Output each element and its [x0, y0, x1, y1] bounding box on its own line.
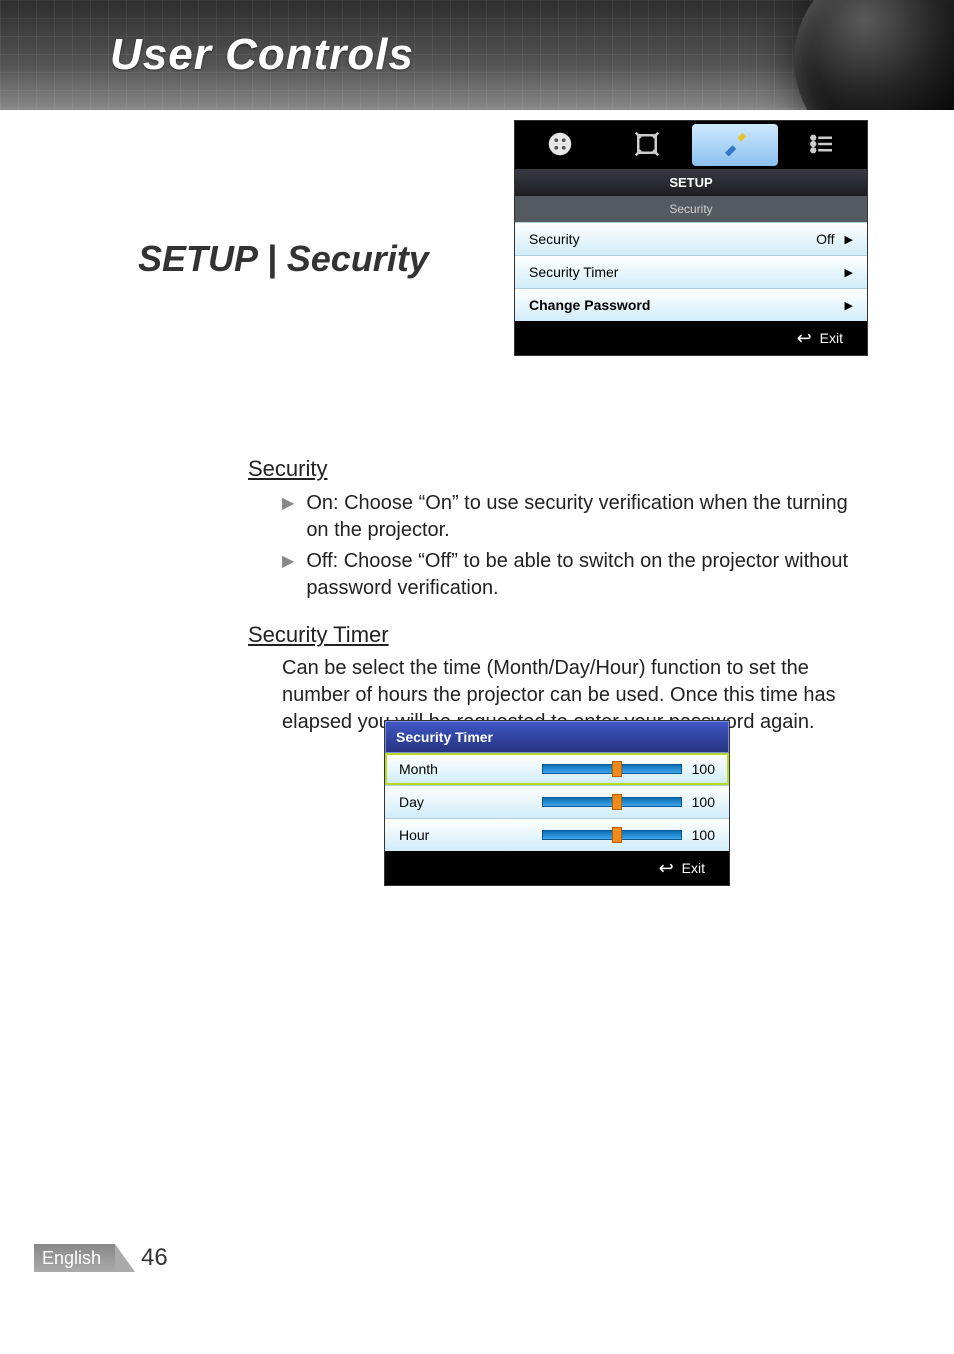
osd-exit-label[interactable]: Exit — [820, 330, 843, 346]
osd2-row-hour[interactable]: Hour 100 — [385, 818, 729, 851]
osd-row-change-password[interactable]: Change Password ▶ — [515, 288, 867, 321]
lens-graphic-icon — [794, 0, 954, 110]
osd2-header: Security Timer — [385, 721, 729, 753]
osd-tab-display[interactable] — [605, 124, 691, 166]
osd-title-strip: SETUP — [515, 169, 867, 196]
section-title: SETUP | Security — [138, 238, 429, 280]
page-title: User Controls — [110, 30, 414, 80]
osd-tab-bar — [515, 121, 867, 169]
return-arrow-icon: ↩ — [797, 329, 812, 347]
bullet-text: On: Choose “On” to use security verifica… — [306, 490, 868, 544]
osd-tab-setup[interactable] — [692, 124, 778, 166]
osd-tab-options[interactable] — [780, 124, 866, 166]
page-header: User Controls — [0, 0, 954, 110]
footer-wedge-icon — [115, 1244, 135, 1272]
osd-setup-security: SETUP Security Security Off ▶ Security T… — [514, 120, 868, 356]
osd2-row-label: Day — [399, 794, 424, 810]
tools-icon — [720, 129, 750, 162]
osd-subtitle-strip: Security — [515, 196, 867, 222]
heading-security-timer: Security Timer — [248, 620, 868, 650]
bullet-list: ▶ On: Choose “On” to use security verifi… — [248, 490, 868, 602]
osd-row-label: Change Password — [529, 297, 650, 313]
slider-hour[interactable] — [542, 830, 682, 840]
osd-security-timer: Security Timer Month 100 Day 100 Hour 10… — [384, 720, 730, 886]
body-content: Security ▶ On: Choose “On” to use securi… — [248, 454, 868, 750]
triangle-bullet-icon: ▶ — [282, 490, 294, 544]
osd2-row-label: Month — [399, 761, 438, 777]
list-item: ▶ On: Choose “On” to use security verifi… — [282, 490, 868, 544]
osd-row-security-timer[interactable]: Security Timer ▶ — [515, 255, 867, 288]
osd-row-label: Security Timer — [529, 264, 618, 280]
triangle-bullet-icon: ▶ — [282, 548, 294, 602]
osd2-exit-label[interactable]: Exit — [682, 860, 705, 876]
caret-right-icon: ▶ — [845, 233, 853, 246]
osd-row-label: Security — [529, 231, 580, 247]
return-arrow-icon: ↩ — [659, 859, 674, 877]
list-item: ▶ Off: Choose “Off” to be able to switch… — [282, 548, 868, 602]
osd2-row-label: Hour — [399, 827, 429, 843]
slider-month[interactable] — [542, 764, 682, 774]
bullet-text: Off: Choose “Off” to be able to switch o… — [306, 548, 868, 602]
palette-icon — [545, 129, 575, 162]
slider-value: 100 — [692, 761, 715, 777]
slider-thumb[interactable] — [612, 761, 622, 777]
expand-icon — [632, 129, 662, 162]
caret-right-icon: ▶ — [845, 266, 853, 279]
slider-value: 100 — [692, 794, 715, 810]
caret-right-icon: ▶ — [845, 299, 853, 312]
slider-thumb[interactable] — [612, 794, 622, 810]
osd-row-security[interactable]: Security Off ▶ — [515, 222, 867, 255]
osd-row-value: Off — [816, 231, 834, 247]
osd-tab-image[interactable] — [517, 124, 603, 166]
osd2-footer: ↩ Exit — [385, 851, 729, 885]
footer-page-number: 46 — [135, 1244, 168, 1272]
slider-value: 100 — [692, 827, 715, 843]
footer-language: English — [34, 1244, 115, 1272]
osd-footer: ↩ Exit — [515, 321, 867, 355]
osd2-row-day[interactable]: Day 100 — [385, 785, 729, 818]
slider-day[interactable] — [542, 797, 682, 807]
page-footer: English 46 — [34, 1244, 168, 1272]
list-icon — [807, 129, 837, 162]
heading-security: Security — [248, 454, 868, 484]
osd2-row-month[interactable]: Month 100 — [385, 753, 729, 785]
slider-thumb[interactable] — [612, 827, 622, 843]
